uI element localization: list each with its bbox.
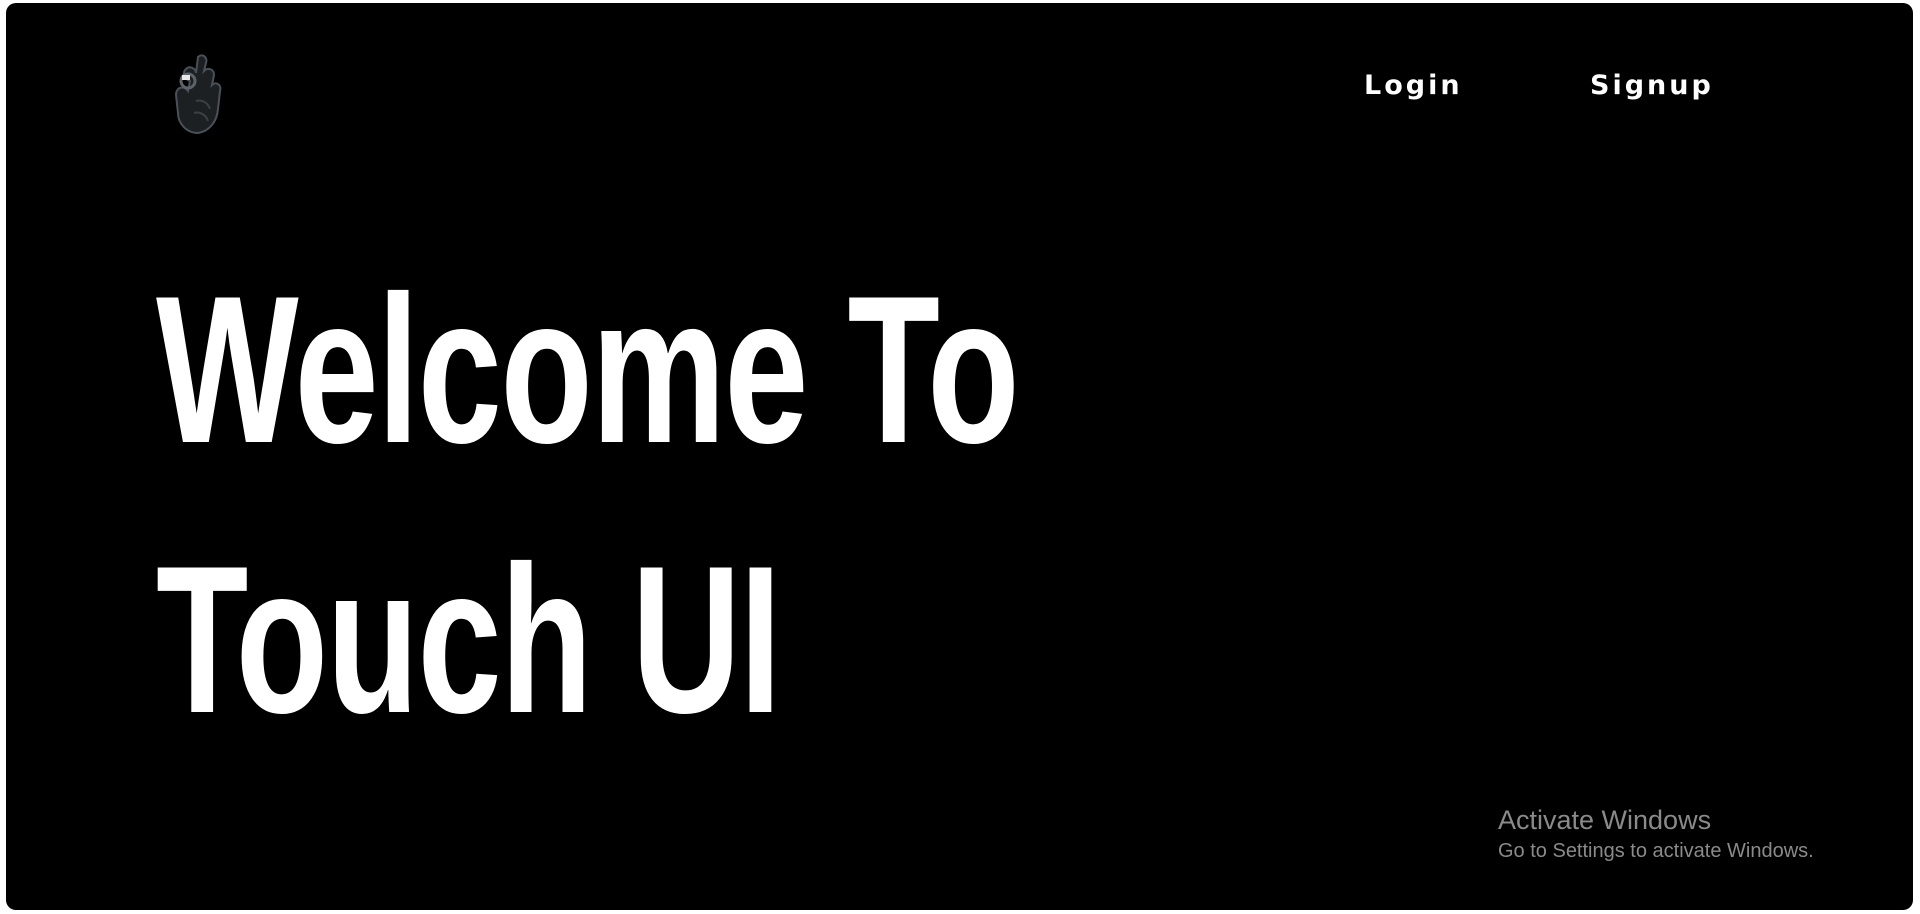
ok-hand-icon[interactable]	[168, 51, 232, 135]
watermark-title: Activate Windows	[1498, 805, 1712, 835]
hero-title-line-1: Welcome To	[156, 252, 1020, 487]
login-link[interactable]: Login	[1364, 69, 1463, 103]
activate-windows-watermark: Activate Windows Go to Settings to activ…	[1498, 803, 1814, 865]
signup-link[interactable]: Signup	[1590, 69, 1714, 103]
watermark-subtitle: Go to Settings to activate Windows.	[1498, 840, 1814, 862]
app-window: Login Signup Welcome To Touch UI Activat…	[6, 3, 1913, 910]
hero-title-line-2: Touch UI	[156, 522, 781, 757]
